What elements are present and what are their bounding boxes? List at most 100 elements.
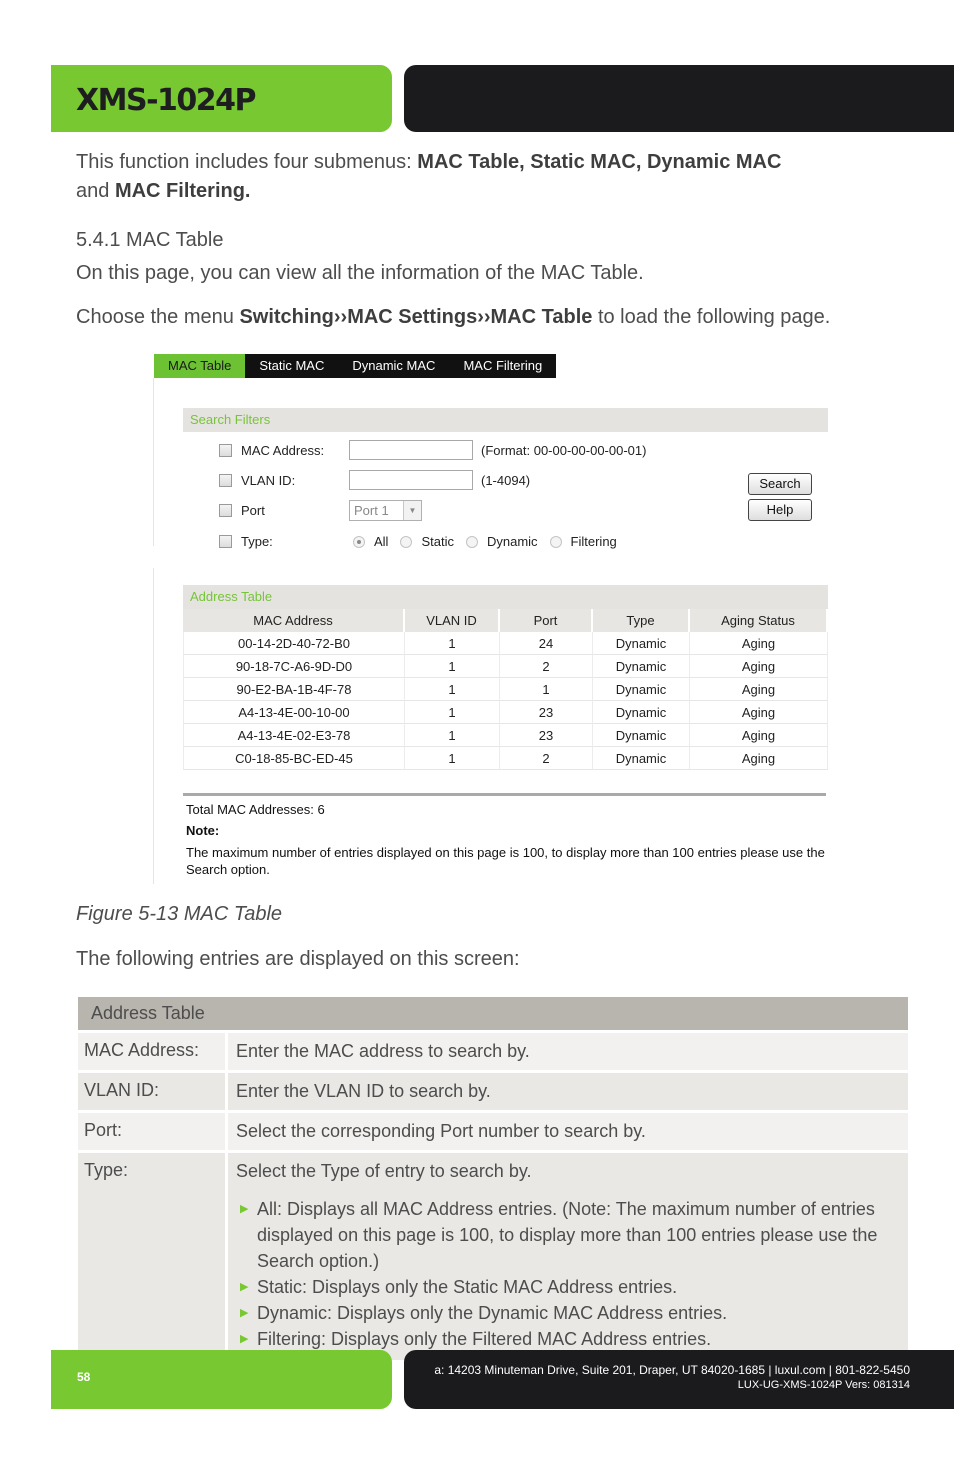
triangle-bullet-icon: ▶ bbox=[240, 1281, 249, 1293]
port-select[interactable]: Port 1 ▼ bbox=[349, 500, 422, 521]
tab-static-mac[interactable]: Static MAC bbox=[245, 354, 338, 378]
list-item: ▶ Filtering: Displays only the Filtered M… bbox=[236, 1326, 900, 1352]
section-description: On this page, you can view all the infor… bbox=[76, 262, 644, 284]
menu-path: Switching››MAC Settings››MAC Table bbox=[239, 306, 593, 328]
header-black-bar bbox=[404, 65, 954, 132]
mac-table-screenshot: MAC Table Static MAC Dynamic MAC MAC Fil… bbox=[153, 354, 838, 884]
tab-mac-table[interactable]: MAC Table bbox=[154, 354, 246, 378]
vlan-id-cell: 1 bbox=[405, 632, 500, 655]
vlan-id-checkbox[interactable] bbox=[219, 473, 232, 487]
port-cell: 23 bbox=[500, 701, 593, 724]
divider bbox=[183, 793, 826, 796]
page-number: 58 bbox=[77, 1370, 91, 1384]
aging-status-cell: Aging bbox=[690, 655, 828, 678]
chevron-down-icon[interactable]: ▼ bbox=[403, 501, 421, 520]
table-row: 90-E2-BA-1B-4F-78 1 1 Dynamic Aging bbox=[183, 678, 828, 701]
description-value: Enter the VLAN ID to search by. bbox=[228, 1073, 908, 1110]
type-radio-group: All Static Dynamic Filtering bbox=[353, 534, 629, 549]
vlan-id-input[interactable] bbox=[349, 470, 473, 490]
mac-address-cell: 00-14-2D-40-72-B0 bbox=[183, 632, 405, 655]
description-row: Type: Select the Type of entry to search… bbox=[78, 1153, 908, 1360]
document-title: XMS-1024P bbox=[76, 83, 257, 118]
mac-address-input[interactable] bbox=[349, 440, 473, 460]
mac-address-cell: 90-E2-BA-1B-4F-78 bbox=[183, 678, 405, 701]
column-header-vlan: VLAN ID bbox=[405, 609, 500, 632]
intro-submenu-filtering: MAC Filtering. bbox=[114, 180, 251, 202]
address-table-header: Address Table bbox=[183, 585, 828, 609]
vlan-id-cell: 1 bbox=[405, 678, 500, 701]
bullet-text: All: Displays all MAC Address entries. (… bbox=[257, 1199, 878, 1271]
port-checkbox[interactable] bbox=[219, 503, 232, 517]
vlan-id-cell: 1 bbox=[405, 724, 500, 747]
vlan-id-cell: 1 bbox=[405, 747, 500, 770]
port-cell: 23 bbox=[500, 724, 593, 747]
footer-address: a: 14203 Minuteman Drive, Suite 201, Dra… bbox=[434, 1363, 910, 1377]
tab-dynamic-mac[interactable]: Dynamic MAC bbox=[338, 354, 449, 378]
column-header-type: Type bbox=[593, 609, 690, 632]
mac-address-cell: A4-13-4E-02-E3-78 bbox=[183, 724, 405, 747]
description-row: Port: Select the corresponding Port numb… bbox=[78, 1113, 908, 1150]
description-table-title: Address Table bbox=[78, 997, 908, 1030]
type-radio-filtering[interactable] bbox=[549, 535, 562, 548]
vlan-id-cell: 1 bbox=[405, 701, 500, 724]
mac-address-cell: A4-13-4E-00-10-00 bbox=[183, 701, 405, 724]
intro-submenus: MAC Table, Static MAC, Dynamic MAC bbox=[417, 151, 782, 173]
vlan-filter-row: VLAN ID: bbox=[219, 469, 295, 491]
type-cell: Dynamic bbox=[593, 632, 690, 655]
type-radio-dynamic[interactable] bbox=[465, 535, 478, 548]
triangle-bullet-icon: ▶ bbox=[240, 1333, 249, 1345]
description-table: Address Table MAC Address: Enter the MAC… bbox=[78, 997, 908, 1360]
submenu-tabs: MAC Table Static MAC Dynamic MAC MAC Fil… bbox=[154, 354, 557, 378]
type-radio-all[interactable] bbox=[353, 535, 365, 548]
menu-path-paragraph: Choose the menu Switching››MAC Settings›… bbox=[76, 303, 830, 332]
triangle-bullet-icon: ▶ bbox=[240, 1307, 249, 1319]
table-row: A4-13-4E-00-10-00 1 23 Dynamic Aging bbox=[183, 701, 828, 724]
type-filter-row: Type: bbox=[219, 530, 273, 552]
mac-filter-row: MAC Address: bbox=[219, 439, 324, 461]
mac-address-checkbox[interactable] bbox=[219, 443, 232, 457]
bullet-text: Filtering: Displays only the Filtered MA… bbox=[257, 1329, 712, 1349]
type-options-list: ▶ All: Displays all MAC Address entries. … bbox=[236, 1196, 900, 1352]
description-row: MAC Address: Enter the MAC address to se… bbox=[78, 1033, 908, 1070]
port-label: Port bbox=[241, 502, 265, 518]
type-cell: Dynamic bbox=[593, 678, 690, 701]
search-filters-header: Search Filters bbox=[183, 408, 828, 432]
vlan-id-cell: 1 bbox=[405, 655, 500, 678]
description-value: Select the Type of entry to search by. ▶… bbox=[228, 1153, 908, 1360]
tab-mac-filtering[interactable]: MAC Filtering bbox=[449, 354, 556, 378]
aging-status-cell: Aging bbox=[690, 747, 828, 770]
footer-black-bar: a: 14203 Minuteman Drive, Suite 201, Dra… bbox=[404, 1350, 954, 1409]
type-filtering-label: Filtering bbox=[570, 534, 617, 549]
type-cell: Dynamic bbox=[593, 655, 690, 678]
intro-paragraph: This function includes four submenus: MA… bbox=[76, 148, 876, 206]
intro-and: and bbox=[76, 180, 115, 202]
total-mac-count: Total MAC Addresses: 6 bbox=[186, 802, 325, 817]
type-radio-static[interactable] bbox=[400, 535, 413, 548]
menu-path-prefix: Choose the menu bbox=[76, 306, 240, 328]
column-header-aging: Aging Status bbox=[690, 609, 828, 632]
list-item: ▶ All: Displays all MAC Address entries. … bbox=[236, 1196, 900, 1274]
table-row: A4-13-4E-02-E3-78 1 23 Dynamic Aging bbox=[183, 724, 828, 747]
section-heading: 5.4.1 MAC Table bbox=[76, 229, 224, 251]
table-row: 00-14-2D-40-72-B0 1 24 Dynamic Aging bbox=[183, 632, 828, 655]
aging-status-cell: Aging bbox=[690, 724, 828, 747]
aging-status-cell: Aging bbox=[690, 701, 828, 724]
table-row: 90-18-7C-A6-9D-D0 1 2 Dynamic Aging bbox=[183, 655, 828, 678]
mac-format-hint: (Format: 00-00-00-00-00-01) bbox=[481, 443, 647, 458]
type-label: Type: bbox=[241, 533, 273, 549]
aging-status-cell: Aging bbox=[690, 678, 828, 701]
type-cell: Dynamic bbox=[593, 747, 690, 770]
description-key: VLAN ID: bbox=[78, 1073, 228, 1110]
search-button[interactable]: Search bbox=[748, 473, 812, 495]
mac-address-cell: C0-18-85-BC-ED-45 bbox=[183, 747, 405, 770]
vlan-id-label: VLAN ID: bbox=[241, 472, 296, 488]
triangle-bullet-icon: ▶ bbox=[240, 1203, 249, 1215]
help-button[interactable]: Help bbox=[748, 499, 812, 521]
figure-caption: Figure 5-13 MAC Table bbox=[76, 903, 283, 925]
port-selected-value: Port 1 bbox=[354, 503, 389, 518]
list-item: ▶ Dynamic: Displays only the Dynamic MAC … bbox=[236, 1300, 900, 1326]
mac-address-label: MAC Address: bbox=[241, 442, 325, 458]
type-checkbox[interactable] bbox=[219, 534, 232, 548]
column-header-mac: MAC Address bbox=[183, 609, 405, 632]
address-table-header-row: MAC Address VLAN ID Port Type Aging Stat… bbox=[183, 609, 828, 632]
